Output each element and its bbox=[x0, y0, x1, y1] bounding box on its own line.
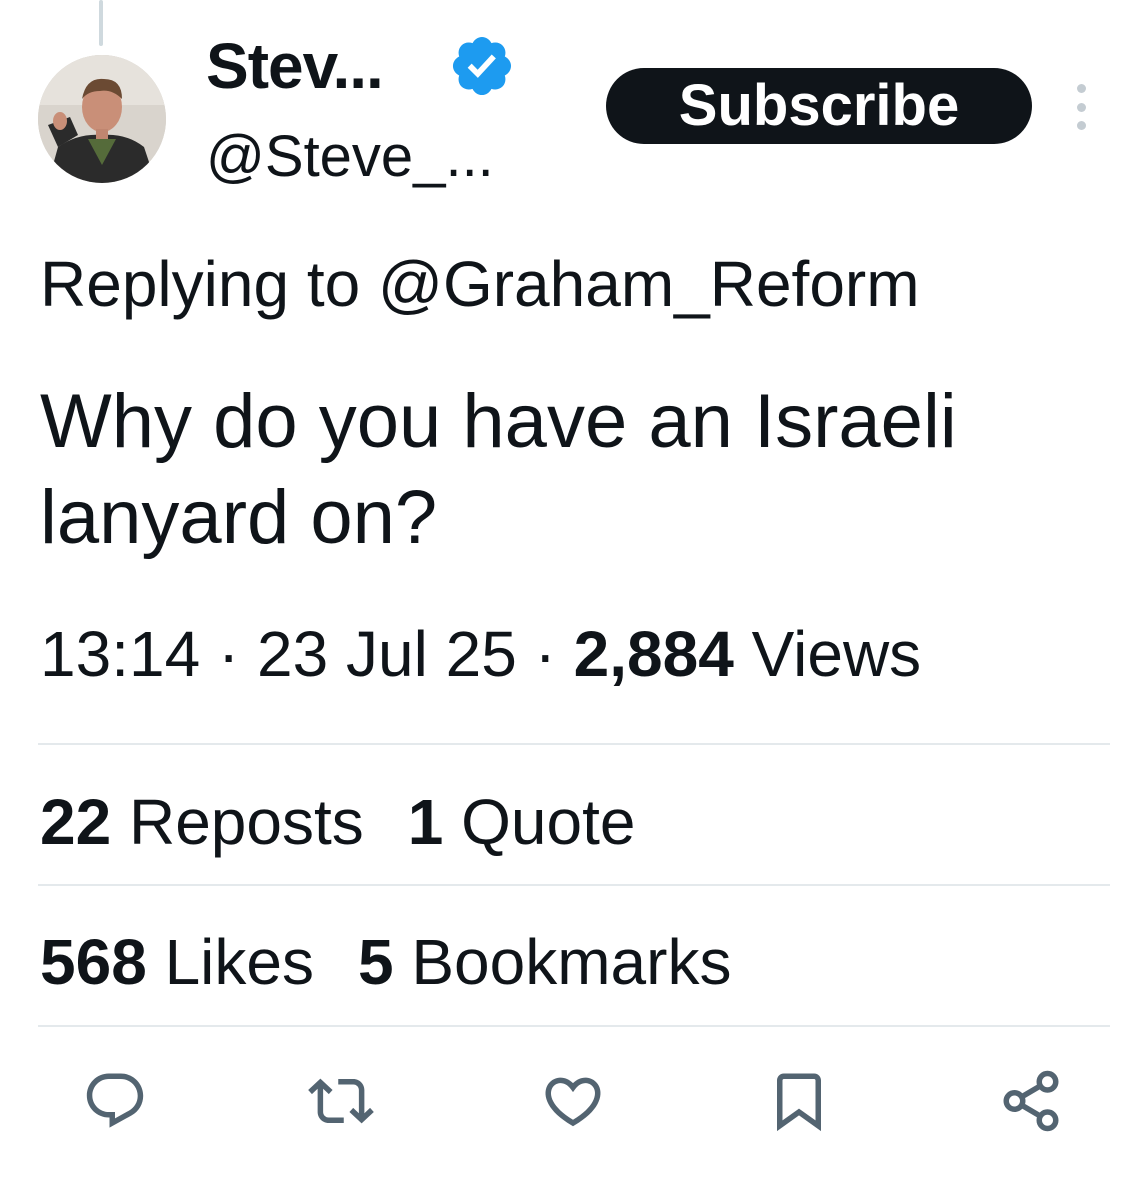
verified-badge-icon bbox=[452, 36, 512, 96]
stats-row-likes: 568 Likes 5 Bookmarks bbox=[40, 922, 731, 1002]
divider bbox=[38, 743, 1110, 745]
likes-stat[interactable]: 568 Likes bbox=[40, 926, 314, 998]
more-dot bbox=[1076, 102, 1086, 112]
reply-icon bbox=[86, 1073, 144, 1128]
action-bar bbox=[0, 1066, 1147, 1146]
tweet-date[interactable]: 23 Jul 25 bbox=[257, 618, 517, 690]
tweet-time[interactable]: 13:14 bbox=[40, 618, 200, 690]
views-label: Views bbox=[751, 618, 922, 690]
reply-button[interactable] bbox=[80, 1066, 150, 1136]
share-button[interactable] bbox=[996, 1066, 1066, 1136]
tweet-meta: 13:14 · 23 Jul 25 · 2,884 Views bbox=[40, 614, 921, 694]
display-name[interactable]: Stev... bbox=[206, 28, 384, 104]
like-icon bbox=[545, 1077, 601, 1127]
avatar-image bbox=[38, 55, 166, 183]
like-button[interactable] bbox=[538, 1066, 608, 1136]
meta-separator: · bbox=[217, 618, 240, 690]
reposts-stat[interactable]: 22 Reposts bbox=[40, 786, 364, 858]
quotes-stat[interactable]: 1 Quote bbox=[408, 786, 636, 858]
more-dot bbox=[1076, 121, 1086, 130]
tweet-detail: Stev... @Steve_... Subscribe Replying to… bbox=[0, 0, 1147, 1200]
bookmark-button[interactable] bbox=[764, 1066, 834, 1136]
user-handle[interactable]: @Steve_... bbox=[206, 122, 494, 192]
reposts-count: 22 bbox=[40, 786, 112, 858]
thread-connector-line bbox=[99, 0, 103, 46]
tweet-text: Why do you have an Israeli lanyard on? bbox=[40, 379, 957, 560]
more-options-icon[interactable] bbox=[1066, 84, 1096, 130]
avatar[interactable] bbox=[38, 55, 166, 183]
share-icon bbox=[1003, 1070, 1059, 1132]
replying-to-label[interactable]: Replying to @Graham_Reform bbox=[40, 246, 920, 322]
divider bbox=[38, 884, 1110, 886]
views-count: 2,884 bbox=[573, 618, 734, 690]
repost-button[interactable] bbox=[306, 1066, 376, 1136]
quotes-count: 1 bbox=[407, 786, 444, 858]
meta-separator: · bbox=[534, 618, 556, 690]
likes-label: Likes bbox=[164, 926, 314, 998]
more-dot bbox=[1076, 84, 1086, 93]
repost-icon bbox=[308, 1078, 374, 1124]
reposts-label: Reposts bbox=[128, 786, 364, 858]
stats-row-reposts: 22 Reposts 1 Quote bbox=[40, 782, 635, 862]
likes-count: 568 bbox=[40, 926, 147, 998]
bookmarks-stat[interactable]: 5 Bookmarks bbox=[358, 926, 731, 998]
quotes-label: Quote bbox=[461, 786, 636, 858]
bookmark-icon bbox=[777, 1073, 821, 1132]
divider bbox=[38, 1025, 1110, 1027]
bookmarks-count: 5 bbox=[357, 926, 394, 998]
bookmarks-label: Bookmarks bbox=[411, 926, 732, 998]
subscribe-button[interactable]: Subscribe bbox=[606, 68, 1032, 144]
